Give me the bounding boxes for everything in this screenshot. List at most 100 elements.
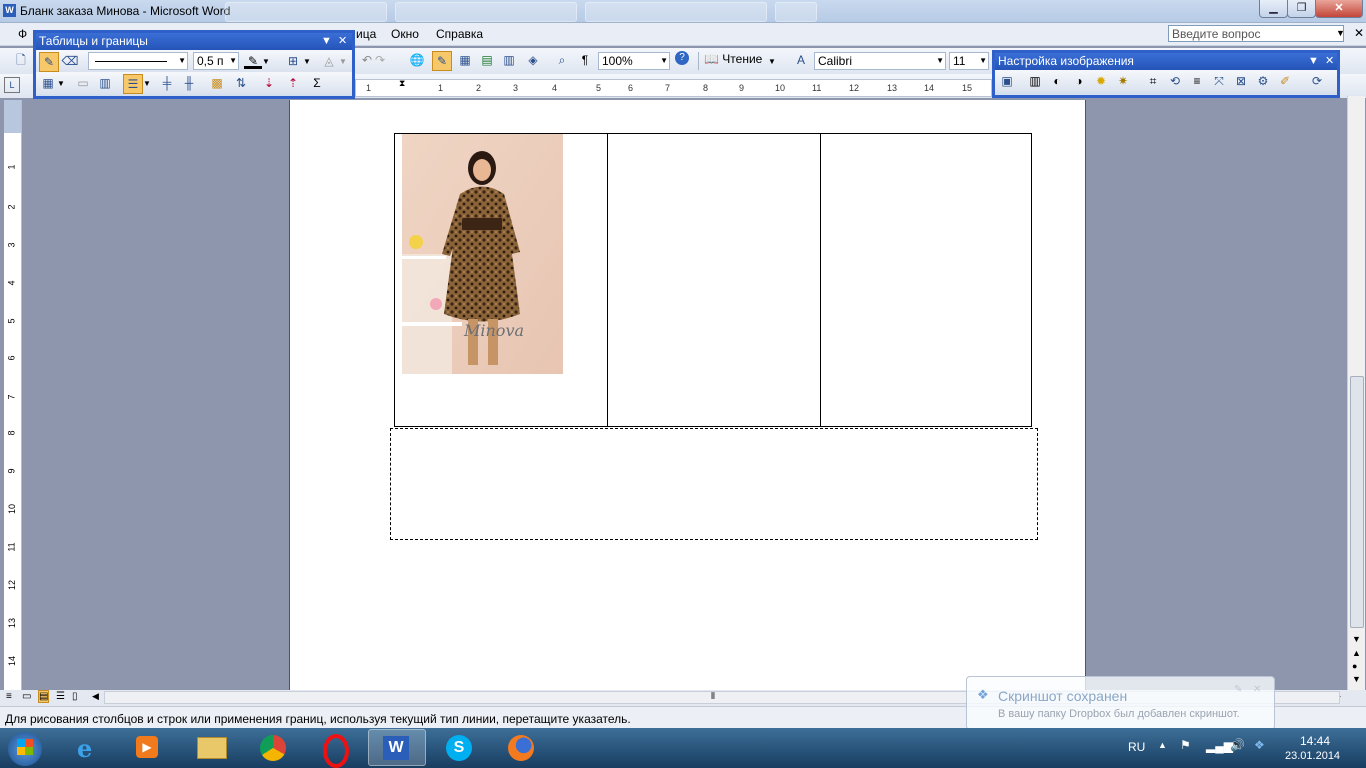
distribute-rows-icon[interactable]: ╪ — [158, 74, 176, 92]
chevron-down-icon[interactable]: ▼ — [56, 75, 66, 93]
word-app-icon[interactable]: W — [3, 4, 16, 17]
taskbar-explorer[interactable] — [182, 729, 240, 766]
autosum-icon[interactable]: Σ — [308, 74, 326, 92]
vertical-scrollbar[interactable]: ▼ ▲ ● ▼ — [1347, 96, 1365, 690]
font-select[interactable]: Calibri ▼ — [814, 52, 946, 70]
indent-marker-icon[interactable]: ⧗ — [399, 78, 405, 89]
vertical-ruler[interactable]: 1 2 3 4 5 6 7 8 9 10 11 12 13 14 — [4, 100, 22, 690]
close-icon[interactable]: ✕ — [1253, 684, 1261, 695]
table-column-border[interactable] — [607, 134, 608, 426]
palette-header[interactable]: Настройка изображения ▼ ✕ — [995, 53, 1337, 70]
taskbar-firefox[interactable] — [492, 729, 550, 766]
settings-icon[interactable]: ✎ — [1234, 684, 1242, 695]
previous-page-icon[interactable]: ▲ — [1352, 648, 1361, 658]
minimize-button[interactable]: ▁ — [1259, 0, 1288, 18]
font-size-select[interactable]: 11 ▼ — [949, 52, 989, 70]
draw-table-icon[interactable]: ✎ — [39, 52, 59, 72]
language-indicator[interactable]: RU — [1128, 740, 1145, 754]
taskbar-media[interactable]: ▶ — [120, 729, 178, 766]
flag-icon[interactable]: ⚑ — [1180, 738, 1191, 752]
clock-date[interactable]: 23.01.2014 — [1285, 750, 1340, 762]
ask-question-input[interactable]: Введите вопрос — [1168, 25, 1344, 42]
start-button[interactable] — [8, 732, 42, 766]
next-page-icon[interactable]: ▼ — [1352, 674, 1361, 684]
more-contrast-icon[interactable]: ◐ — [1048, 72, 1066, 90]
menu-table[interactable]: ица — [356, 27, 376, 41]
drawing-icon[interactable]: ◈ — [524, 51, 542, 69]
format-picture-icon[interactable]: ⚙ — [1254, 72, 1272, 90]
table-column-border[interactable] — [820, 134, 821, 426]
taskbar-chrome[interactable] — [244, 729, 302, 766]
taskbar-word[interactable]: W — [368, 729, 426, 766]
horizontal-ruler[interactable]: 1 ⧗ 1 2 3 4 5 6 7 8 9 10 11 12 13 14 15 — [355, 78, 992, 97]
menu-help[interactable]: Справка — [436, 27, 483, 41]
browse-object-icon[interactable]: ● — [1352, 661, 1357, 671]
palette-header[interactable]: Таблицы и границы ▼ ✕ — [36, 33, 352, 50]
toolbar-options-icon[interactable]: ▼ — [767, 53, 777, 71]
line-weight-select[interactable]: 0,5 п ▼ — [193, 52, 239, 70]
scroll-grip-icon[interactable]: ⦀ — [711, 691, 715, 702]
redo-icon[interactable]: ↷ — [371, 51, 389, 69]
print-view-icon[interactable]: ▤ — [38, 690, 50, 703]
document-map-icon[interactable]: ⌕ — [553, 51, 571, 69]
taskbar-opera[interactable] — [306, 729, 364, 768]
scroll-left-icon[interactable]: ◀ — [92, 691, 99, 702]
taskbar-skype[interactable]: S — [430, 729, 488, 766]
insert-table-icon[interactable]: ▦ — [456, 51, 474, 69]
eraser-icon[interactable]: ⌫ — [61, 52, 79, 70]
reset-picture-icon[interactable]: ⟳ — [1308, 72, 1326, 90]
menu-file[interactable]: Ф — [18, 27, 27, 41]
text-wrap-icon[interactable]: ⊠ — [1232, 72, 1250, 90]
insert-table-icon[interactable]: ▦ — [39, 74, 57, 92]
volume-icon[interactable]: 🔊 — [1230, 738, 1245, 752]
taskbar-ie[interactable]: e — [60, 729, 118, 766]
dropbox-notification[interactable]: ❖ Скриншот сохранен В вашу папку Dropbox… — [966, 676, 1275, 730]
chevron-down-icon[interactable]: ▼ — [142, 75, 152, 93]
help-icon[interactable]: ? — [675, 51, 689, 65]
more-brightness-icon[interactable]: ✹ — [1092, 72, 1110, 90]
chevron-down-icon[interactable]: ▼ — [1308, 53, 1319, 70]
borders-icon[interactable]: ⊞ — [284, 52, 302, 70]
styles-icon[interactable]: A — [792, 51, 810, 69]
align-icon[interactable]: ☰ — [123, 74, 143, 94]
chevron-down-icon[interactable]: ▼ — [1336, 28, 1345, 38]
crop-icon[interactable]: ⌗ — [1144, 72, 1162, 90]
shading-icon[interactable]: ◬ — [320, 52, 338, 70]
web-view-icon[interactable]: ▭ — [22, 691, 31, 702]
split-cells-icon[interactable]: ▥ — [96, 74, 114, 92]
close-document-icon[interactable]: ✕ — [1354, 26, 1364, 40]
tables-borders-palette[interactable]: Таблицы и границы ▼ ✕ ✎ ⌫ ▼ 0,5 п ▼ ✎ ▼ ⊞… — [33, 30, 355, 99]
new-document-icon[interactable]: 🗋 — [12, 51, 30, 69]
scroll-thumb[interactable] — [1350, 376, 1364, 628]
picture-palette[interactable]: Настройка изображения ▼ ✕ ▣ ▥ ◐ ◑ ✹ ✷ ⌗ … — [992, 50, 1340, 98]
print-layout-icon[interactable]: L — [4, 77, 20, 93]
close-icon[interactable]: ✕ — [338, 33, 347, 50]
line-style-select[interactable]: ▼ — [88, 52, 188, 70]
chevron-down-icon[interactable]: ▼ — [261, 53, 271, 71]
pilcrow-icon[interactable]: ¶ — [576, 51, 594, 69]
rotate-icon[interactable]: ⟲ — [1166, 72, 1184, 90]
tables-borders-icon[interactable]: ✎ — [432, 51, 452, 71]
zoom-select[interactable]: 100% ▼ — [598, 52, 670, 70]
less-contrast-icon[interactable]: ◑ — [1070, 72, 1088, 90]
dropbox-tray-icon[interactable]: ❖ — [1254, 738, 1265, 752]
columns-icon[interactable]: ▥ — [500, 51, 518, 69]
outline-view-icon[interactable]: ☰ — [56, 691, 65, 702]
compress-icon[interactable]: ⤧ — [1210, 72, 1228, 90]
reading-view-icon[interactable]: ▯ — [72, 691, 78, 702]
scroll-down-icon[interactable]: ▼ — [1352, 634, 1361, 644]
clock-time[interactable]: 14:44 — [1300, 734, 1330, 748]
chevron-down-icon[interactable]: ▼ — [302, 53, 312, 71]
show-hidden-icons-icon[interactable]: ▲ — [1158, 740, 1167, 750]
maximize-button[interactable]: ❐ — [1287, 0, 1316, 18]
insert-excel-icon[interactable]: ▤ — [478, 51, 496, 69]
close-icon[interactable]: ✕ — [1325, 53, 1334, 70]
sort-ascending-icon[interactable]: ⇣ — [260, 74, 278, 92]
less-brightness-icon[interactable]: ✷ — [1114, 72, 1132, 90]
set-transparent-icon[interactable]: ✐ — [1276, 72, 1294, 90]
close-button[interactable]: ✕ — [1315, 0, 1363, 18]
hyperlink-icon[interactable]: 🌐 — [408, 51, 426, 69]
text-direction-icon[interactable]: ⇅ — [232, 74, 250, 92]
reading-mode-button[interactable]: 📖 Чтение — [704, 52, 762, 70]
text-box[interactable] — [390, 428, 1038, 540]
